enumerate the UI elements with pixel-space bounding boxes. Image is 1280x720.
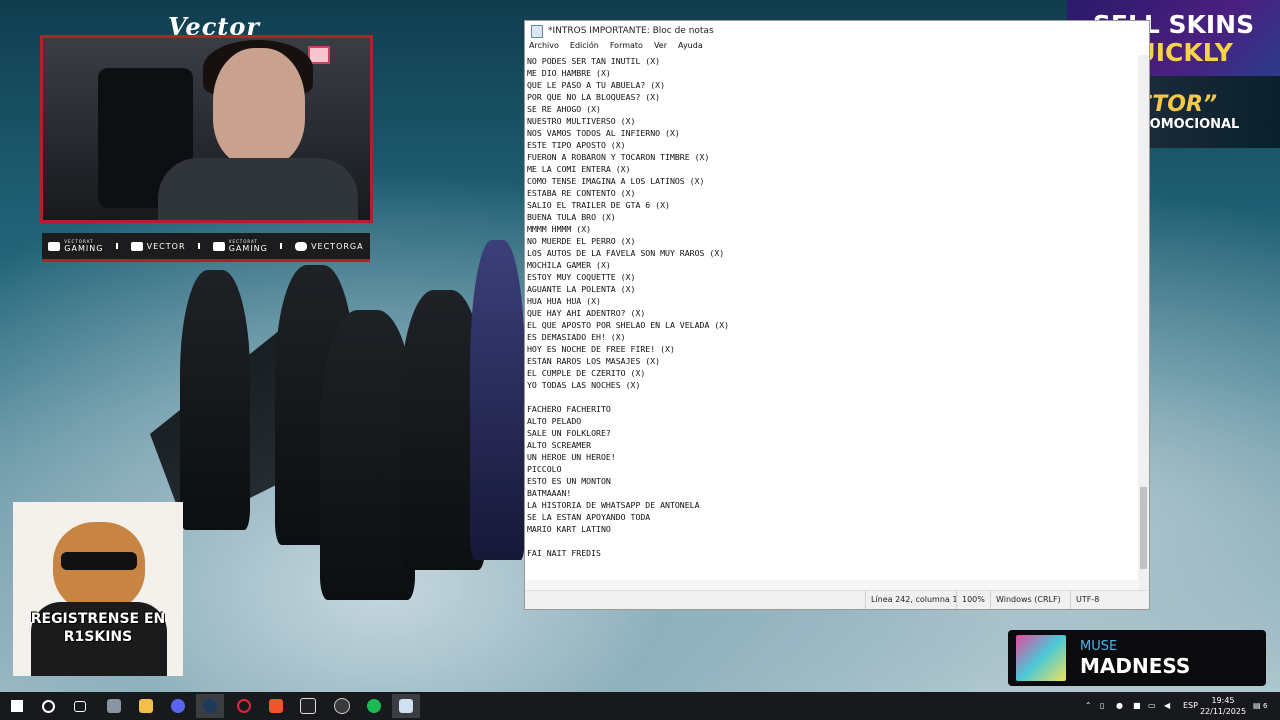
clock-time: 19:45 xyxy=(1211,696,1235,705)
sunglasses xyxy=(61,552,137,570)
notepad-icon[interactable] xyxy=(392,694,420,718)
notepad-window[interactable]: *INTROS IMPORTANTE: Bloc de notas Archiv… xyxy=(524,20,1150,610)
cat-banner-line-1: REGISTRENSE EN xyxy=(30,611,166,627)
social-sub: GAMING xyxy=(228,244,268,253)
instagram-icon xyxy=(295,241,308,251)
social-handle: VECTOR xyxy=(146,241,186,251)
opera-gx-icon[interactable] xyxy=(230,694,258,718)
microphone-icon[interactable]: ● xyxy=(1116,692,1123,720)
cat-banner: REGISTRENSE EN R1SKINS xyxy=(13,502,183,676)
notepad-icon xyxy=(531,24,543,38)
status-zoom: 100% xyxy=(956,591,985,609)
social-item-twitter: VECTORAT GAMING xyxy=(212,239,268,253)
clock[interactable]: 19:45 22/11/2025 xyxy=(1198,695,1248,717)
obs-icon[interactable] xyxy=(328,694,356,718)
now-playing-widget: MUSE MADNESS xyxy=(1008,630,1266,686)
scrollbar-thumb[interactable] xyxy=(1140,487,1147,569)
file-explorer-icon[interactable] xyxy=(132,694,160,718)
notification-center-icon[interactable]: ▤ xyxy=(1253,692,1261,720)
language-indicator[interactable]: ESP xyxy=(1183,692,1198,720)
social-item-instagram: VECTORGA xyxy=(295,241,364,251)
separator xyxy=(116,243,119,249)
tray-app-icon[interactable]: ■ xyxy=(1133,692,1141,720)
youtube-icon xyxy=(48,241,61,251)
menu-edicion[interactable]: Edición xyxy=(570,41,599,55)
search-icon[interactable] xyxy=(34,694,62,718)
taskbar: ⌃ ▯ ● ■ ▭ ◀ ESP 19:45 22/11/2025 ▤ 6 xyxy=(0,692,1280,720)
webcam-person-head xyxy=(213,48,305,166)
windows-start-icon[interactable] xyxy=(3,694,31,718)
task-view-icon[interactable] xyxy=(66,694,94,718)
twitter-icon xyxy=(212,241,225,251)
status-encoding: UTF-8 xyxy=(1070,591,1099,609)
webcam-frame xyxy=(40,35,373,223)
brave-icon[interactable] xyxy=(262,694,290,718)
tray-usb-icon[interactable]: ▯ xyxy=(1100,692,1104,720)
artist-name: MUSE xyxy=(1080,638,1118,654)
cat-banner-text: REGISTRENSE EN R1SKINS xyxy=(13,610,183,646)
menu-archivo[interactable]: Archivo xyxy=(529,41,559,55)
discord-icon[interactable] xyxy=(164,694,192,718)
status-bar: Línea 242, columna 1 100% Windows (CRLF)… xyxy=(525,590,1149,609)
clock-date: 22/11/2025 xyxy=(1199,707,1247,716)
separator xyxy=(280,243,283,249)
menu-ayuda[interactable]: Ayuda xyxy=(678,41,703,55)
song-title: MADNESS xyxy=(1080,653,1191,678)
wallpaper-figure xyxy=(180,270,250,530)
wallpaper-figure xyxy=(470,240,525,560)
notification-count: 6 xyxy=(1263,702,1268,710)
webcam-person-body xyxy=(158,158,358,220)
social-item-youtube: VECTORAT GAMING xyxy=(48,239,103,253)
status-position: Línea 242, columna 1 xyxy=(865,591,957,609)
file-manager-icon[interactable] xyxy=(100,694,128,718)
twitch-icon xyxy=(130,241,143,251)
steam-icon[interactable] xyxy=(196,694,224,718)
tray-chevron-icon[interactable]: ⌃ xyxy=(1085,692,1092,720)
menu-bar: Archivo Edición Formato Ver Ayuda xyxy=(525,41,1149,55)
status-line-ending: Windows (CRLF) xyxy=(990,591,1061,609)
separator xyxy=(198,243,201,249)
spotify-icon[interactable] xyxy=(360,694,388,718)
social-handle: VECTORGA xyxy=(311,241,364,251)
window-titlebar[interactable]: *INTROS IMPORTANTE: Bloc de notas xyxy=(525,21,1149,41)
social-sub: GAMING xyxy=(64,244,104,253)
social-item-twitch: VECTOR xyxy=(130,241,186,251)
social-bar: VECTORAT GAMING VECTOR VECTORAT GAMING VEC… xyxy=(42,233,370,262)
network-icon[interactable]: ▭ xyxy=(1148,692,1156,720)
window-title: *INTROS IMPORTANTE: Bloc de notas xyxy=(548,26,714,36)
vertical-scrollbar[interactable]: ▼ xyxy=(1138,55,1149,605)
menu-formato[interactable]: Formato xyxy=(610,41,643,55)
volume-icon[interactable]: ◀ xyxy=(1164,692,1170,720)
menu-ver[interactable]: Ver xyxy=(654,41,667,55)
text-editor-area[interactable]: NO PODES SER TAN INUTIL (X) ME DIO HAMBR… xyxy=(527,55,1137,587)
epic-games-icon[interactable] xyxy=(294,694,322,718)
cat-banner-line-2: R1SKINS xyxy=(63,629,133,645)
album-art xyxy=(1016,635,1066,681)
